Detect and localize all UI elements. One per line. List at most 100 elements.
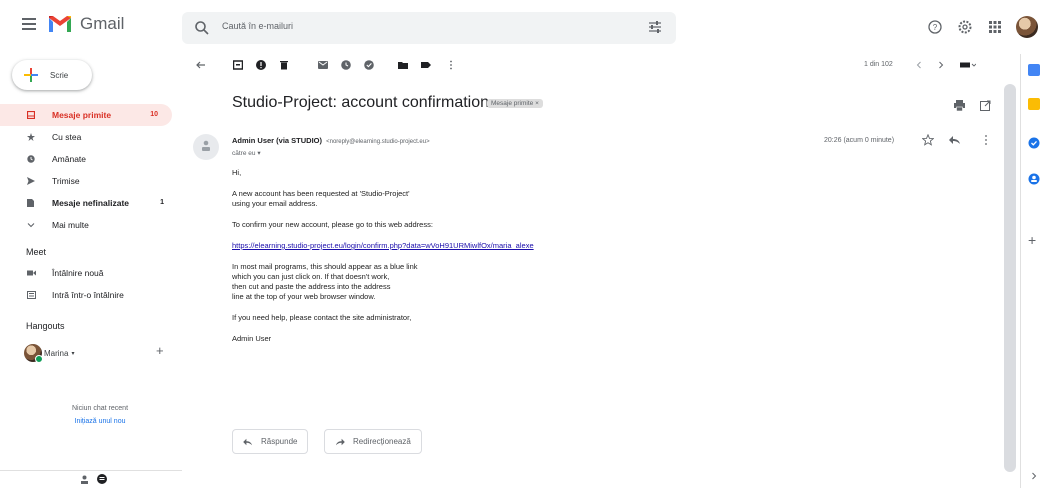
label-tag-icon[interactable] xyxy=(421,60,431,70)
meet-section-title: Meet xyxy=(26,247,47,257)
forward-label: Redirecționează xyxy=(353,437,411,446)
forward-button[interactable]: Redirecționează xyxy=(324,429,422,454)
sidebar-item-label: Cu stea xyxy=(52,132,82,142)
draft-icon xyxy=(27,199,34,207)
forward-icon xyxy=(336,438,345,445)
delete-icon[interactable] xyxy=(279,60,289,70)
meet-new-meeting[interactable]: Întâlnire nouă xyxy=(0,262,178,284)
recipient-text: către eu xyxy=(232,150,256,157)
hangouts-section-title: Hangouts xyxy=(26,321,65,331)
search-placeholder[interactable]: Caută în e-mailuri xyxy=(222,21,293,31)
sender-email: <noreply@elearning.studio-project.eu> xyxy=(326,139,430,145)
account-avatar[interactable] xyxy=(1016,16,1038,38)
sidebar-item-drafts[interactable]: Mesaje nefinalizate 1 xyxy=(0,192,178,214)
inbox-icon xyxy=(27,111,35,119)
sidebar-item-snoozed[interactable]: Amânate xyxy=(0,148,178,170)
message-more-vertical-icon[interactable] xyxy=(980,134,992,146)
body-paragraph-1: A new account has been requested at 'Stu… xyxy=(232,189,832,209)
sidebar-item-more[interactable]: Mai multe xyxy=(0,214,178,236)
top-bar: Gmail Caută în e-mailuri ? xyxy=(0,0,1041,54)
reply-label: Răspunde xyxy=(261,437,298,446)
person-placeholder-icon xyxy=(202,140,210,151)
message-time: 20:26 (acum 0 minute) xyxy=(824,137,895,144)
report-spam-icon[interactable] xyxy=(256,60,266,70)
keep-icon[interactable] xyxy=(1028,98,1040,110)
search-bar[interactable]: Caută în e-mailuri xyxy=(182,12,676,44)
body-signature: Admin User xyxy=(232,334,272,343)
message-toolbar xyxy=(188,54,1020,78)
prev-chevron-icon[interactable] xyxy=(914,60,924,70)
plus-icon xyxy=(24,68,38,82)
get-addons-plus-icon[interactable]: + xyxy=(1028,232,1036,248)
body-line: then cut and paste the address into the … xyxy=(232,282,391,291)
recipient-line[interactable]: către eu ▾ xyxy=(232,149,261,157)
chevron-down-icon xyxy=(27,223,35,228)
more-vertical-icon[interactable] xyxy=(446,60,456,70)
sender-avatar xyxy=(193,134,219,160)
help-icon[interactable]: ? xyxy=(928,20,942,34)
sidebar-item-label: Mesaje primite xyxy=(52,110,112,120)
reply-icon xyxy=(243,438,252,445)
tasks-icon[interactable] xyxy=(1028,137,1040,149)
meet-join-meeting[interactable]: Intră într-o întâlnire xyxy=(0,284,178,306)
sender-name: Admin User (via STUDIO) xyxy=(232,136,323,145)
sender-line: Admin User (via STUDIO) <noreply@elearni… xyxy=(232,136,430,145)
recipient-details-caret-icon[interactable]: ▾ xyxy=(257,150,260,157)
snooze-clock-icon[interactable] xyxy=(341,60,351,70)
svg-text:?: ? xyxy=(933,23,938,32)
person-icon[interactable] xyxy=(80,475,89,485)
main-menu-button[interactable] xyxy=(22,18,36,30)
body-paragraph-4: If you need help, please contact the sit… xyxy=(232,313,412,322)
keyboard-icon xyxy=(27,291,36,299)
reply-button[interactable]: Răspunde xyxy=(232,429,309,454)
new-conversation-plus-icon[interactable]: + xyxy=(156,343,164,358)
next-chevron-icon[interactable] xyxy=(936,60,946,70)
compose-label: Scrie xyxy=(50,70,69,80)
settings-gear-icon[interactable] xyxy=(958,20,972,34)
meet-new-label: Întâlnire nouă xyxy=(52,268,104,278)
sidebar-item-sent[interactable]: Trimise xyxy=(0,170,178,192)
inbox-label-chip[interactable]: Mesaje primite × xyxy=(487,99,543,108)
gmail-logo[interactable]: Gmail xyxy=(48,14,124,34)
back-arrow-icon[interactable] xyxy=(196,60,206,70)
search-options-icon[interactable] xyxy=(648,20,662,34)
body-greeting: Hi, xyxy=(232,168,242,177)
compose-button[interactable]: Scrie xyxy=(12,60,92,90)
body-line: A new account has been requested at 'Stu… xyxy=(232,189,410,198)
archive-icon[interactable] xyxy=(233,60,243,70)
sidebar-item-label: Trimise xyxy=(52,176,80,186)
open-new-window-icon[interactable] xyxy=(980,100,991,111)
body-paragraph-3: In most mail programs, this should appea… xyxy=(232,262,832,302)
video-camera-icon xyxy=(27,270,36,276)
sidebar-item-inbox[interactable]: Mesaje primite 10 xyxy=(0,104,172,126)
apps-grid-icon[interactable] xyxy=(988,20,1002,34)
vertical-scrollbar[interactable] xyxy=(1004,84,1016,472)
body-line: line at the top of your web browser wind… xyxy=(232,292,376,301)
search-icon[interactable] xyxy=(194,20,210,36)
star-outline-icon[interactable] xyxy=(922,134,934,146)
print-icon[interactable] xyxy=(954,100,965,111)
add-to-tasks-icon[interactable] xyxy=(364,60,374,70)
reply-arrow-icon[interactable] xyxy=(949,134,961,146)
sidebar-item-starred[interactable]: Cu stea xyxy=(0,126,178,148)
draft-count: 1 xyxy=(160,199,164,206)
body-line: using your email address. xyxy=(232,199,318,208)
meet-join-label: Intră într-o întâlnire xyxy=(52,290,124,300)
body-line: which you can just click on. If that doe… xyxy=(232,272,390,281)
no-recent-chats: Niciun chat recent xyxy=(71,405,129,412)
sidebar-item-label: Amânate xyxy=(52,154,87,164)
hangouts-user[interactable]: Marina ▾ xyxy=(24,344,75,363)
caret-down-icon: ▾ xyxy=(71,350,75,357)
confirmation-link[interactable]: https://elearning.studio-project.eu/logi… xyxy=(232,241,534,250)
sidebar-item-label: Mai multe xyxy=(52,220,89,230)
contacts-icon[interactable] xyxy=(1028,173,1040,185)
start-new-chat-link[interactable]: Inițiază unul nou xyxy=(0,418,200,425)
input-tools-keyboard-icon[interactable] xyxy=(960,60,976,70)
mark-unread-icon[interactable] xyxy=(318,60,328,70)
gmail-m-icon xyxy=(49,16,71,32)
move-to-folder-icon[interactable] xyxy=(398,60,408,70)
sidebar-item-label: Mesaje nefinalizate xyxy=(52,198,130,208)
calendar-icon[interactable] xyxy=(1028,64,1040,76)
chat-bubble-icon[interactable] xyxy=(97,474,107,484)
show-side-panel-chevron-icon[interactable] xyxy=(1030,472,1038,480)
